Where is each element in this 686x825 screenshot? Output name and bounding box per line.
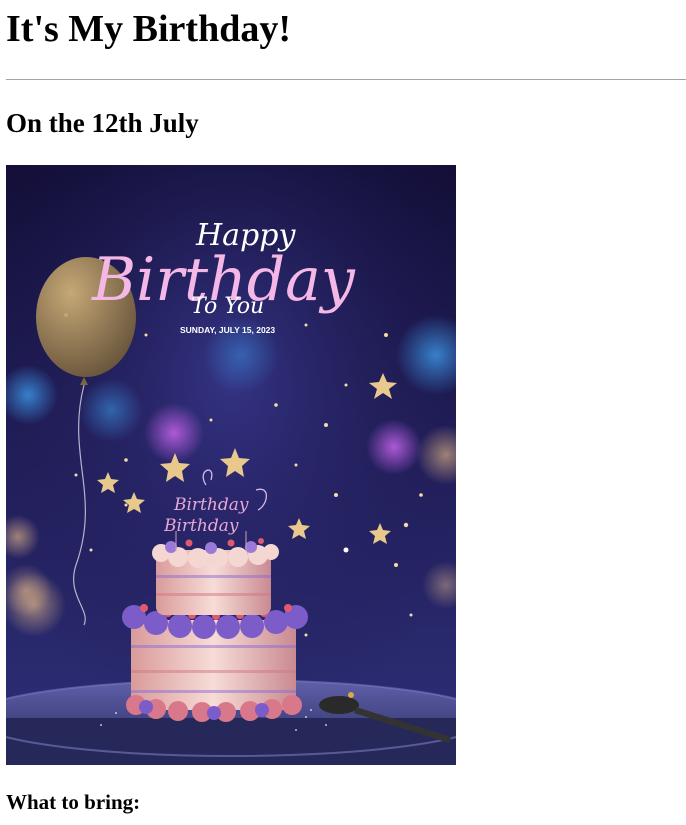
poster-script-sub: To You xyxy=(191,294,264,319)
poster-date-line: SUNDAY, JULY 15, 2023 xyxy=(180,325,275,335)
date-heading: On the 12th July xyxy=(6,108,199,138)
title-divider xyxy=(6,79,686,80)
page-title: It's My Birthday! xyxy=(6,8,291,50)
what-to-bring-heading: What to bring: xyxy=(6,790,141,814)
topper-text-2: Birthday xyxy=(163,516,239,536)
topper-text-1: Birthday xyxy=(173,495,249,515)
birthday-poster-image: Happy Birthday To You SUNDAY, JULY 15, 2… xyxy=(6,165,456,765)
birthday-page: It's My Birthday! On the 12th July Happy… xyxy=(0,0,686,825)
